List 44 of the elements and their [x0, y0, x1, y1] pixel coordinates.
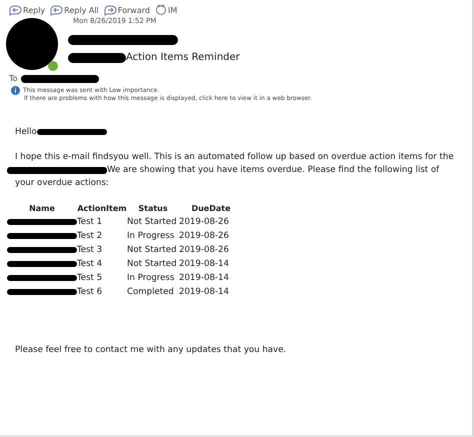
redaction-mark [7, 261, 77, 267]
redaction-mark [7, 275, 77, 281]
table-cell-text: Test 2 [77, 231, 104, 241]
table-cell-text: Not Started [127, 259, 178, 269]
table-cell-text: Test 6 [77, 287, 104, 297]
table-cell-text: 2019-08-14 [179, 273, 230, 283]
table-cell-text: 2019-08-26 [179, 217, 230, 227]
column-header: DueDate [190, 204, 232, 213]
redaction-mark [6, 18, 58, 70]
to-label: To [9, 74, 18, 83]
greeting: Hello [15, 127, 37, 137]
toolbar-button[interactable]: IM [154, 4, 178, 16]
column-header: Status [137, 204, 169, 213]
redaction-mark [7, 233, 77, 239]
table-cell-text: Test 1 [77, 217, 104, 227]
table-cell-text: Test 4 [77, 259, 104, 269]
table-cell-text: Test 5 [77, 273, 104, 283]
redaction-mark [7, 247, 77, 253]
redaction-mark [68, 52, 126, 62]
info-icon [11, 86, 20, 95]
table-cell-text: In Progress [127, 231, 176, 241]
toolbar-button[interactable]: Reply [9, 4, 46, 16]
table-cell-text: Not Started [127, 245, 178, 255]
table-cell-text: Test 3 [77, 245, 104, 255]
redaction-mark [36, 129, 107, 135]
presence-dot [48, 61, 58, 71]
column-header: Name [28, 204, 56, 213]
table-cell-text: Not Started [127, 217, 178, 227]
table-cell-text: In Progress [127, 273, 176, 283]
body-text: I hope this e-mail findsyou well. This is an automated follow up based on overdue action items for the [15, 151, 455, 164]
body-text: your overdue actions: [15, 177, 110, 190]
redaction-mark [7, 289, 77, 295]
toolbar-button[interactable]: Reply All [50, 4, 99, 16]
toolbar-button[interactable]: Forward [104, 4, 150, 16]
body-text: We are showing that you have items overdue. Please find the following list of [107, 164, 440, 177]
table-cell-text: 2019-08-26 [179, 231, 230, 241]
closing-text: Please feel free to contact me with any updates that you have. [15, 345, 288, 355]
table-cell-text: 2019-08-14 [179, 259, 230, 269]
table-cell-text: 2019-08-26 [179, 245, 230, 255]
column-header: ActionItem [77, 204, 127, 213]
table-cell-text: Completed [127, 287, 175, 297]
table-cell-text: 2019-08-14 [179, 287, 230, 297]
message-subject: Action Items Reminder [126, 52, 240, 63]
redaction-mark [7, 219, 77, 225]
